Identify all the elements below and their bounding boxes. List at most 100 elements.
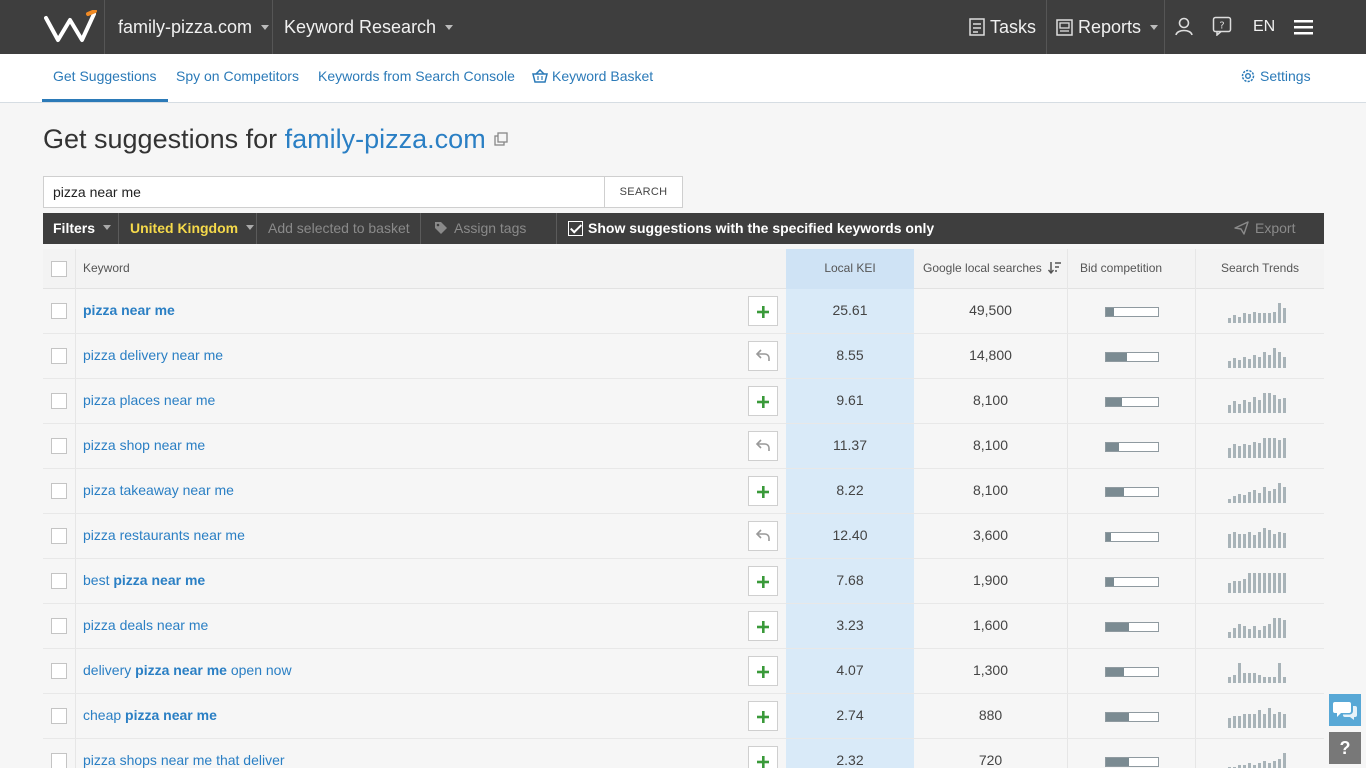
header-bid-competition[interactable]: Bid competition <box>1080 249 1162 289</box>
row-checkbox[interactable] <box>51 348 67 364</box>
plus-icon <box>757 300 769 322</box>
row-checkbox[interactable] <box>51 573 67 589</box>
tab-spy-on-competitors[interactable]: Spy on Competitors <box>176 54 299 102</box>
keyword-link[interactable]: pizza restaurants near me <box>83 514 245 558</box>
row-checkbox[interactable] <box>51 483 67 499</box>
undo-button[interactable] <box>748 521 778 551</box>
settings-link[interactable]: Settings <box>1240 54 1311 102</box>
bid-competition-bar <box>1105 307 1159 317</box>
row-checkbox[interactable] <box>51 438 67 454</box>
keyword-link[interactable]: pizza near me <box>83 289 175 333</box>
add-to-basket-button[interactable] <box>748 386 778 416</box>
trend-bar <box>1253 673 1256 683</box>
assign-tags-button[interactable]: Assign tags <box>434 213 526 244</box>
header-local-kei[interactable]: Local KEI <box>786 249 914 289</box>
keyword-link[interactable]: pizza places near me <box>83 379 215 423</box>
search-button[interactable]: SEARCH <box>604 176 683 208</box>
filters-dropdown[interactable]: Filters <box>53 213 112 244</box>
tab-keyword-basket[interactable]: Keyword Basket <box>532 54 653 102</box>
keyword-match: pizza near me <box>135 662 227 678</box>
header-search-trends[interactable]: Search Trends <box>1196 249 1324 289</box>
keyword-search-input[interactable] <box>43 176 605 208</box>
trend-bar <box>1248 532 1251 548</box>
undo-icon <box>755 347 771 364</box>
page-title-domain[interactable]: family-pizza.com <box>285 124 486 154</box>
select-all-checkbox[interactable] <box>51 261 67 277</box>
trend-bar <box>1278 303 1281 323</box>
keyword-link[interactable]: pizza shops near me that deliver <box>83 739 285 768</box>
google-local-searches-value: 8,100 <box>972 437 1009 453</box>
search-trend-sparkline <box>1228 747 1294 768</box>
tab-get-suggestions[interactable]: Get Suggestions <box>42 54 168 102</box>
row-checkbox[interactable] <box>51 303 67 319</box>
keyword-link[interactable]: cheap pizza near me <box>83 694 217 738</box>
row-checkbox[interactable] <box>51 528 67 544</box>
header-google-local-searches[interactable]: Google local searches <box>923 249 1062 289</box>
search-trend-sparkline <box>1228 387 1294 413</box>
keyword-link[interactable]: best pizza near me <box>83 559 205 603</box>
trend-bar <box>1253 397 1256 413</box>
add-to-basket-button[interactable]: Add selected to basket <box>268 213 410 244</box>
keyword-link[interactable]: pizza shop near me <box>83 424 205 468</box>
help-icon: ? <box>1212 16 1232 36</box>
row-checkbox[interactable] <box>51 618 67 634</box>
add-to-basket-button[interactable] <box>748 296 778 326</box>
trend-bar <box>1253 355 1256 368</box>
row-checkbox[interactable] <box>51 708 67 724</box>
tasks-button[interactable]: Tasks <box>969 0 1036 54</box>
trend-bar <box>1248 359 1251 368</box>
keyword-link[interactable]: pizza deals near me <box>83 604 208 648</box>
trend-bar <box>1278 618 1281 638</box>
add-to-basket-button[interactable] <box>748 656 778 686</box>
module-dropdown[interactable]: Keyword Research <box>284 0 454 54</box>
row-checkbox[interactable] <box>51 393 67 409</box>
trend-bar <box>1243 673 1246 683</box>
table-row: pizza places near me 9.61 8,100 <box>43 379 1324 424</box>
bid-competition-fill <box>1106 668 1124 676</box>
language-selector[interactable]: EN <box>1253 0 1275 54</box>
trend-bar <box>1273 677 1276 683</box>
external-link-icon[interactable] <box>494 132 508 146</box>
plus-icon <box>757 660 769 682</box>
show-specified-toggle[interactable]: Show suggestions with the specified keyw… <box>568 213 934 244</box>
undo-button[interactable] <box>748 341 778 371</box>
trend-bar <box>1273 534 1276 548</box>
trend-bar <box>1238 317 1241 323</box>
country-dropdown[interactable]: United Kingdom <box>130 213 255 244</box>
help-widget-button[interactable]: ? <box>1329 732 1361 764</box>
add-to-basket-button[interactable] <box>748 566 778 596</box>
add-to-basket-button[interactable] <box>748 746 778 768</box>
app-logo[interactable] <box>44 10 98 44</box>
trend-bar <box>1253 490 1256 503</box>
trend-bar <box>1243 444 1246 458</box>
google-local-searches-value: 49,500 <box>969 302 1012 318</box>
question-mark-icon: ? <box>1339 738 1351 758</box>
export-button[interactable]: Export <box>1234 213 1295 244</box>
account-button[interactable] <box>1174 0 1199 54</box>
keyword-text: pizza delivery near me <box>83 347 224 363</box>
trend-bar <box>1233 444 1236 458</box>
trend-bar <box>1238 534 1241 548</box>
undo-button[interactable] <box>748 431 778 461</box>
trend-bar <box>1248 445 1251 458</box>
row-checkbox[interactable] <box>51 753 67 768</box>
main-menu-button[interactable] <box>1294 0 1313 54</box>
row-checkbox[interactable] <box>51 663 67 679</box>
divider <box>272 0 273 54</box>
table-toolbar: Filters United Kingdom Add selected to b… <box>43 213 1324 244</box>
add-to-basket-button[interactable] <box>748 476 778 506</box>
add-to-basket-button[interactable] <box>748 701 778 731</box>
keyword-link[interactable]: pizza delivery near me <box>83 334 223 378</box>
header-keyword[interactable]: Keyword <box>83 249 130 289</box>
keyword-link[interactable]: pizza takeaway near me <box>83 469 234 513</box>
checkbox-checked-icon[interactable] <box>568 221 583 236</box>
help-button[interactable]: ? <box>1212 0 1237 54</box>
keyword-link[interactable]: delivery pizza near me open now <box>83 649 292 693</box>
domain-dropdown[interactable]: family-pizza.com <box>118 0 270 54</box>
add-to-basket-button[interactable] <box>748 611 778 641</box>
keyword-text: delivery <box>83 662 136 678</box>
tab-keywords-from-search-console[interactable]: Keywords from Search Console <box>318 54 515 102</box>
trend-bar <box>1248 673 1251 683</box>
reports-dropdown[interactable]: Reports <box>1056 0 1159 54</box>
chat-widget-button[interactable] <box>1329 694 1361 726</box>
